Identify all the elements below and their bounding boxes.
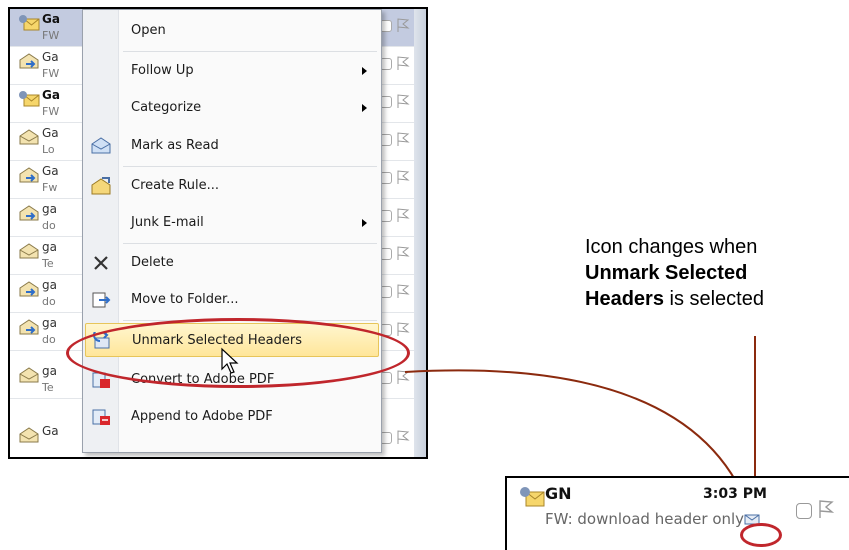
message-subject: Te (42, 381, 54, 394)
message-sender: Ga (42, 12, 60, 26)
message-subject: do (42, 333, 56, 346)
menu-item-label: Follow Up (131, 63, 194, 78)
envelope-group-icon (19, 15, 40, 31)
submenu-arrow-icon (362, 104, 367, 112)
envelope-reply-icon (19, 205, 39, 221)
scrollbar[interactable] (414, 9, 426, 457)
mouse-cursor-icon (221, 347, 239, 374)
envelope-reply-icon (19, 167, 39, 183)
message-sender: Ga (42, 50, 59, 64)
envelope-reply-icon (19, 53, 39, 69)
delete-x-icon (94, 256, 108, 270)
menu-item-create-rule[interactable]: Create Rule... (85, 169, 379, 203)
envelope-open-icon (19, 367, 39, 383)
create-rule-icon (91, 177, 111, 195)
message-subject: do (42, 295, 56, 308)
menu-item-move-to-folder[interactable]: Move to Folder... (85, 283, 379, 317)
message-sender: Ga (42, 88, 60, 102)
flag-icon[interactable] (396, 17, 410, 33)
menu-item-label: Open (131, 23, 166, 38)
message-subject: Lo (42, 143, 55, 156)
submenu-arrow-icon (362, 219, 367, 227)
message-sender: Ga (42, 164, 59, 178)
menu-separator (123, 166, 377, 167)
callout-bold-1: Unmark Selected (585, 262, 748, 284)
flag-icon[interactable] (396, 55, 410, 71)
callout-text: Icon changes when Unmark Selected Header… (585, 234, 845, 312)
flag-icon[interactable] (396, 131, 410, 147)
message-subject: FW (42, 67, 60, 80)
flag-icon[interactable] (396, 429, 410, 445)
message-subject: FW (42, 29, 60, 42)
flag-icon[interactable] (396, 169, 410, 185)
flag-icon[interactable] (396, 93, 410, 109)
outlook-screenshot: Ga FW Ga FW Ga FW Ga Lo Ga Fw ga do ga T… (8, 7, 428, 459)
menu-separator (123, 51, 377, 52)
menu-item-label: Junk E-mail (131, 215, 204, 230)
menu-item-delete[interactable]: Delete (85, 246, 379, 280)
highlight-ellipse-small (740, 523, 782, 547)
message-sender: ga (42, 364, 57, 378)
envelope-open-icon (19, 129, 39, 145)
callout-bold-2: Headers (585, 288, 664, 310)
message-sender: Ga (42, 424, 59, 438)
flag-icon[interactable] (817, 498, 835, 520)
flag-icon[interactable] (396, 207, 410, 223)
move-folder-icon (92, 292, 111, 308)
message-sender: ga (42, 202, 57, 216)
message-subject: FW (42, 105, 60, 118)
flag-icon[interactable] (396, 283, 410, 299)
envelope-reply-icon (19, 281, 39, 297)
message-sender: ga (42, 316, 57, 330)
category-checkbox[interactable] (796, 503, 812, 519)
menu-item-label: Create Rule... (131, 178, 220, 193)
envelope-open-icon (91, 137, 111, 154)
menu-item-categorize[interactable]: Categorize (85, 91, 379, 125)
flag-icon[interactable] (396, 321, 410, 337)
envelope-group-icon (520, 487, 545, 507)
message-subject: Te (42, 257, 54, 270)
callout-tail: is selected (663, 288, 764, 310)
flag-icon[interactable] (396, 369, 410, 385)
menu-item-label: Delete (131, 255, 174, 270)
flag-icon[interactable] (396, 245, 410, 261)
menu-item-label: Categorize (131, 100, 202, 115)
envelope-open-icon (19, 427, 39, 443)
envelope-group-icon (19, 91, 40, 107)
message-sender: Ga (42, 126, 59, 140)
menu-item-label: Mark as Read (131, 138, 219, 153)
menu-item-append-to-adobe-pdf[interactable]: Append to Adobe PDF (85, 400, 379, 434)
message-sender: GN (545, 484, 572, 503)
menu-item-open[interactable]: Open (85, 14, 379, 48)
menu-item-mark-as-read[interactable]: Mark as Read (85, 129, 379, 163)
message-subject: do (42, 219, 56, 232)
zoomed-message-row[interactable]: GN 3:03 PM FW: download header only (505, 476, 849, 550)
message-sender: ga (42, 278, 57, 292)
submenu-arrow-icon (362, 67, 367, 75)
message-sender: ga (42, 240, 57, 254)
envelope-open-icon (19, 243, 39, 259)
menu-item-follow-up[interactable]: Follow Up (85, 54, 379, 88)
menu-item-label: Append to Adobe PDF (131, 409, 273, 424)
adobe-pdf-append-icon (92, 409, 110, 425)
message-time: 3:03 PM (703, 486, 767, 502)
menu-item-junk-email[interactable]: Junk E-mail (85, 206, 379, 240)
callout-line-1: Icon changes when (585, 236, 758, 258)
menu-separator (123, 243, 377, 244)
message-subject: Fw (42, 181, 58, 194)
menu-item-label: Move to Folder... (131, 292, 239, 307)
message-subject: FW: download header only (545, 510, 745, 528)
envelope-reply-icon (19, 319, 39, 335)
